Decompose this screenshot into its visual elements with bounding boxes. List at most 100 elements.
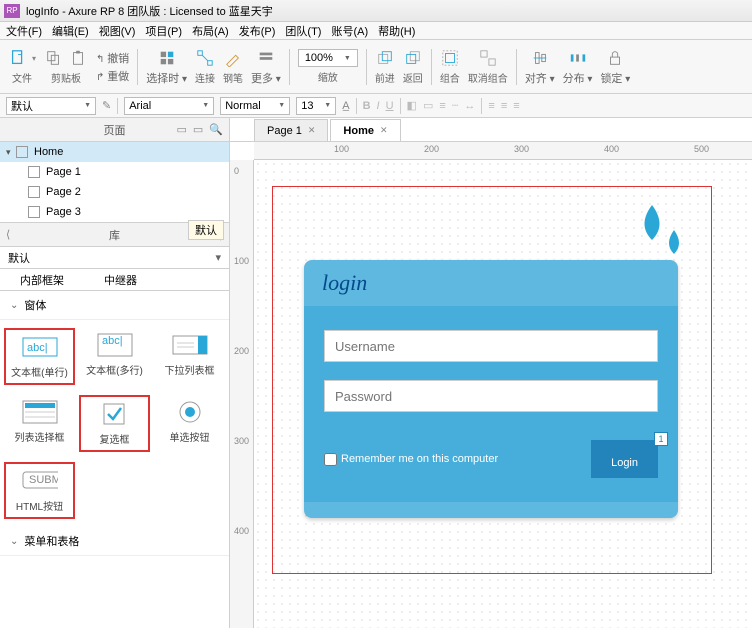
close-icon[interactable]: ✕: [380, 125, 388, 136]
underline-icon[interactable]: U: [386, 100, 394, 112]
back-arrow-icon[interactable]: ⟨: [6, 228, 10, 241]
username-input[interactable]: [324, 330, 658, 362]
tree-home[interactable]: ▾Home: [0, 142, 229, 162]
close-icon[interactable]: ✕: [308, 125, 316, 136]
tree-page1[interactable]: Page 1: [0, 162, 229, 182]
page-icon: [16, 146, 28, 158]
menu-account[interactable]: 账号(A): [331, 23, 368, 39]
style-combo[interactable]: 默认: [6, 97, 96, 115]
menu-help[interactable]: 帮助(H): [378, 23, 415, 39]
distribute-icon: [568, 48, 588, 68]
tool-lock[interactable]: 锁定 ▾: [600, 48, 630, 86]
page-icon: [28, 186, 40, 198]
workspace: Page 1✕ Home✕ 100200300400500 0100200300…: [230, 118, 752, 628]
add-page-icon[interactable]: ▭: [176, 123, 186, 136]
tool-zoom[interactable]: 100%缩放: [298, 49, 358, 84]
tool-pen[interactable]: 钢笔: [223, 48, 243, 85]
library-dropdown[interactable]: 默认: [0, 247, 229, 269]
login-button[interactable]: Login1: [591, 440, 658, 478]
tool-align[interactable]: 对齐 ▾: [525, 48, 555, 86]
tool-connect[interactable]: 连接: [195, 48, 215, 85]
align-left-icon[interactable]: ≡: [488, 100, 494, 112]
menu-edit[interactable]: 编辑(E): [52, 23, 89, 39]
file-label: 文件: [12, 70, 32, 85]
remember-checkbox[interactable]: Remember me on this computer: [324, 453, 498, 466]
linestyle-icon[interactable]: ┄: [452, 99, 459, 112]
ruler-h: 100200300400500: [254, 142, 752, 160]
menu-file[interactable]: 文件(F): [6, 23, 42, 39]
paste-icon: [68, 48, 88, 68]
textcolor-icon[interactable]: A̲: [342, 100, 349, 112]
tool-clipboard[interactable]: 剪贴板: [44, 48, 88, 85]
login-widget[interactable]: login Remember me on this computer Login…: [304, 260, 678, 518]
section-tables[interactable]: 菜单和表格: [0, 527, 229, 556]
select-icon: [157, 48, 177, 68]
new-file-icon: [8, 48, 28, 68]
ruler-v: 0100200300400: [230, 160, 254, 628]
page-icon: [28, 206, 40, 218]
tool-undo-redo[interactable]: ↰ 撤销 ↱ 重做: [96, 50, 129, 84]
svg-text:abc|: abc|: [27, 342, 48, 354]
tool-back[interactable]: 返回: [403, 48, 423, 85]
widget-checkbox[interactable]: 复选框: [79, 395, 150, 452]
paint-icon[interactable]: ✎: [102, 99, 111, 112]
ungroup-icon: [478, 48, 498, 68]
align-right-icon[interactable]: ≡: [513, 100, 519, 112]
widget-grid: abc|文本框(单行) abc|文本框(多行) 下拉列表框 列表选择框 复选框 …: [0, 320, 229, 527]
back-icon: [403, 48, 423, 68]
add-folder-icon[interactable]: ▭: [193, 123, 203, 136]
more-icon: [256, 48, 276, 68]
tool-distribute[interactable]: 分布 ▾: [563, 48, 593, 86]
pen-icon: [223, 48, 243, 68]
menubar: 文件(F) 编辑(E) 视图(V) 项目(P) 布局(A) 发布(P) 团队(T…: [0, 22, 752, 40]
lineweight-icon[interactable]: ≡: [439, 100, 445, 112]
align-center-icon[interactable]: ≡: [501, 100, 507, 112]
widget-textfield[interactable]: abc|文本框(单行): [4, 328, 75, 385]
tool-group-btn[interactable]: 组合: [440, 48, 460, 85]
fill-icon[interactable]: ◧: [407, 99, 417, 112]
main-toolbar: ▾ 文件 剪贴板 ↰ 撤销 ↱ 重做 选择时 ▾ 连接 钢笔 更多 ▾ 100%…: [0, 40, 752, 94]
menu-layout[interactable]: 布局(A): [192, 23, 229, 39]
widget-dropdown[interactable]: 下拉列表框: [154, 328, 225, 385]
lock-icon: [605, 48, 625, 68]
search-pages-icon[interactable]: 🔍: [209, 123, 223, 136]
menu-team[interactable]: 团队(T): [285, 23, 321, 39]
tool-file[interactable]: ▾ 文件: [8, 48, 36, 85]
arrow-icon[interactable]: ↔: [464, 100, 475, 112]
clipboard-label: 剪贴板: [51, 70, 81, 85]
tool-selectmode[interactable]: 选择时 ▾: [146, 48, 187, 86]
tool-ungroup[interactable]: 取消组合: [468, 48, 508, 85]
italic-icon[interactable]: I: [377, 100, 380, 112]
canvas[interactable]: login Remember me on this computer Login…: [254, 160, 752, 628]
titlebar: RP logInfo - Axure RP 8 团队版 : Licensed t…: [0, 0, 752, 22]
section-form[interactable]: 窗体: [0, 291, 229, 320]
tree-page2[interactable]: Page 2: [0, 182, 229, 202]
menu-view[interactable]: 视图(V): [99, 23, 136, 39]
font-combo[interactable]: Arial: [124, 97, 214, 115]
menu-project[interactable]: 项目(P): [145, 23, 182, 39]
group-icon: [440, 48, 460, 68]
ws-tab-page1[interactable]: Page 1✕: [254, 119, 328, 141]
tool-front[interactable]: 前进: [375, 48, 395, 85]
note-badge: 1: [654, 432, 668, 446]
size-combo[interactable]: 13: [296, 97, 336, 115]
border-icon[interactable]: ▭: [423, 99, 433, 112]
page-icon: [28, 166, 40, 178]
weight-combo[interactable]: Normal: [220, 97, 290, 115]
login-title: login: [304, 260, 678, 306]
menu-publish[interactable]: 发布(P): [239, 23, 276, 39]
tree-page3[interactable]: Page 3: [0, 202, 229, 222]
widget-listbox[interactable]: 列表选择框: [4, 395, 75, 452]
lib-tab-iframe[interactable]: 内部框架: [0, 272, 84, 288]
widget-htmlbutton[interactable]: SUBMITHTML按钮: [4, 462, 75, 519]
widget-textarea[interactable]: abc|文本框(多行): [79, 328, 150, 385]
lib-tab-repeater[interactable]: 中继器: [84, 272, 157, 288]
password-input[interactable]: [324, 380, 658, 412]
tool-more[interactable]: 更多 ▾: [251, 48, 281, 86]
ws-tab-home[interactable]: Home✕: [330, 119, 400, 141]
tooltip: 默认: [188, 220, 224, 240]
widget-radio[interactable]: 单选按钮: [154, 395, 225, 452]
format-toolbar: 默认 ✎ Arial Normal 13 A̲ B I U ◧ ▭ ≡ ┄ ↔ …: [0, 94, 752, 118]
front-icon: [375, 48, 395, 68]
bold-icon[interactable]: B: [363, 100, 371, 112]
